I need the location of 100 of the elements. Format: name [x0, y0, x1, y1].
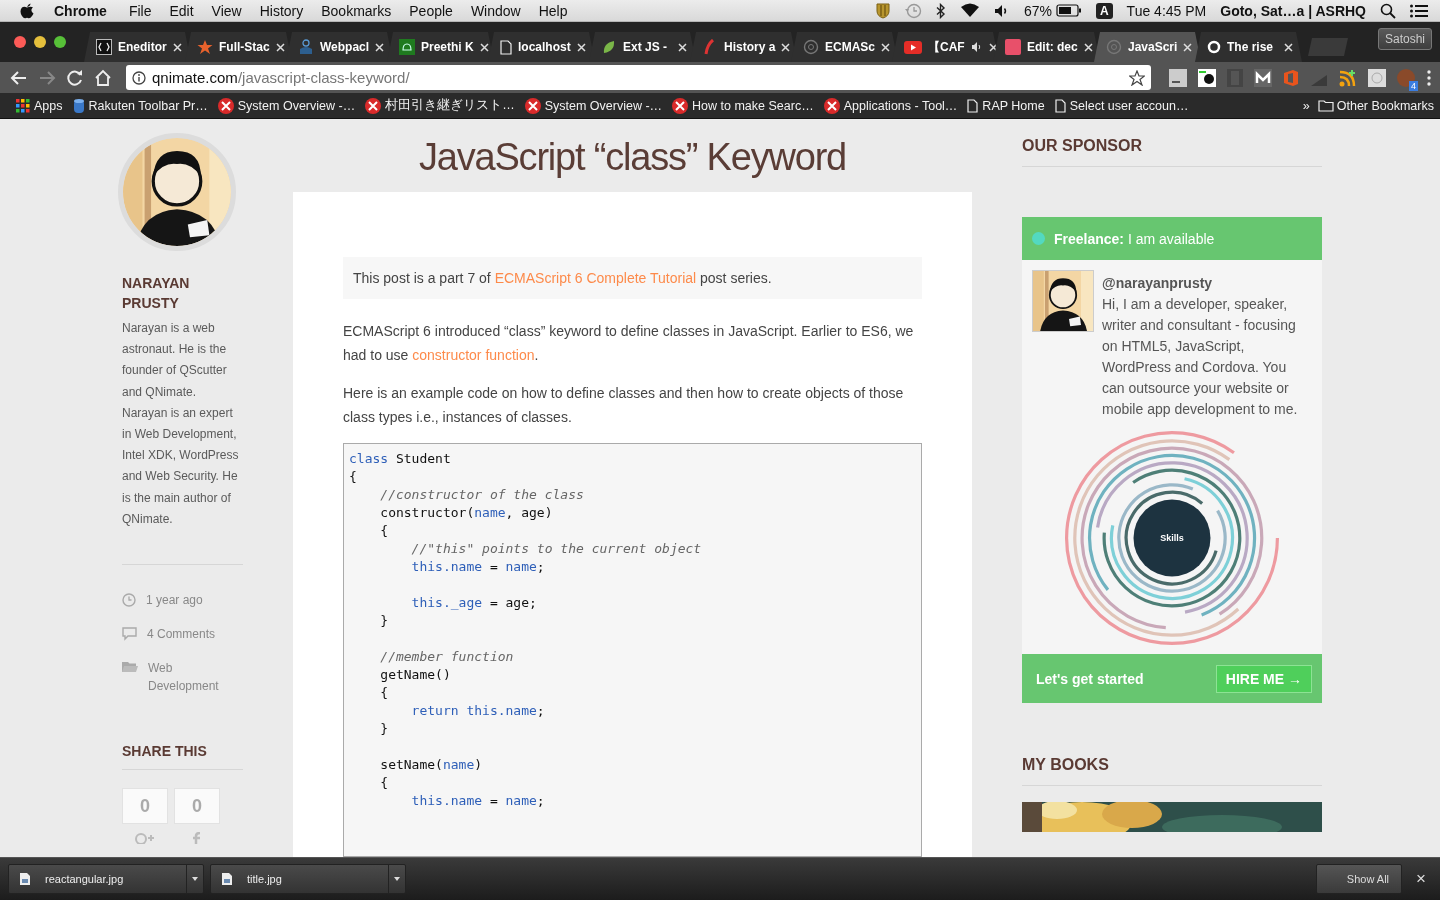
bookmark-link[interactable]: How to make Searc… — [692, 98, 814, 113]
bookmark-link[interactable]: Applications - Tool… — [843, 98, 958, 113]
close-icon[interactable] — [375, 42, 385, 52]
bookmark-link[interactable]: System Overview -… — [237, 98, 356, 113]
menu-item[interactable]: History — [259, 2, 304, 19]
user-name[interactable]: Goto, Sat…a | ASRHQ — [1220, 2, 1366, 19]
close-icon[interactable] — [1284, 42, 1293, 52]
section-heading: SHARE THIS — [122, 742, 208, 762]
extension-icon[interactable] — [1198, 68, 1216, 87]
info-icon[interactable] — [132, 70, 146, 85]
post-title: JavaScript “class” Keyword — [417, 136, 847, 180]
close-window-button[interactable] — [14, 36, 26, 48]
code-line: { — [379, 774, 390, 792]
bookmarks-overflow-button[interactable]: » — [1302, 98, 1310, 113]
url-path: /javascript-class-keyword/ — [237, 69, 410, 86]
square-icon — [1005, 39, 1021, 55]
extension-icon[interactable] — [1254, 68, 1272, 87]
code-line: setName(name) — [379, 756, 484, 774]
post-meta: 1 year ago — [146, 592, 204, 610]
file-icon[interactable] — [221, 872, 233, 886]
paragraph: Here is an example code on how to define classes and then how to create objects of those class types i.e., instances of classes. — [343, 384, 905, 427]
bookmark-star-icon[interactable] — [1129, 69, 1145, 86]
status-dot — [1032, 232, 1045, 245]
app-menu[interactable]: Chrome — [54, 2, 107, 19]
close-icon[interactable] — [479, 42, 489, 52]
close-icon[interactable] — [577, 42, 586, 52]
bookmark-link[interactable]: 村田引き継ぎリスト… — [385, 97, 515, 114]
section-heading: MY BOOKS — [1022, 755, 1110, 775]
home-button[interactable] — [94, 68, 112, 87]
close-icon[interactable] — [881, 42, 890, 52]
menu-item[interactable]: Window — [470, 2, 521, 19]
bookmark-link[interactable]: Apps — [34, 98, 63, 113]
bookmark-link[interactable]: Rakuten Toolbar Pr… — [88, 98, 208, 113]
menu-item[interactable]: File — [128, 2, 152, 19]
url-host: qnimate.com — [152, 69, 238, 86]
page-icon — [500, 39, 512, 55]
android-icon — [399, 39, 415, 55]
close-icon[interactable] — [781, 42, 791, 52]
star-icon — [197, 39, 213, 55]
search-icon[interactable] — [1380, 2, 1396, 19]
speaker-icon[interactable] — [970, 41, 983, 53]
person-icon — [298, 39, 314, 55]
database-icon[interactable] — [72, 97, 85, 114]
code-line: this._age = age; — [410, 594, 538, 612]
folder-icon[interactable] — [1317, 99, 1334, 112]
code-line: this.name = name; — [410, 558, 546, 576]
code-icon — [96, 39, 112, 55]
file-icon[interactable] — [19, 872, 31, 886]
paragraph: ECMAScript 6 introduced “class” keyword to define classes in JavaScript. Earlier to ES6, we had to use constructor function. — [343, 322, 915, 365]
other-bookmarks[interactable]: Other Bookmarks — [1336, 98, 1434, 113]
browser-tab[interactable]: The rise — [1195, 32, 1302, 62]
cta-text: Let's get started — [1036, 670, 1144, 687]
code-line: //constructor of the class — [379, 486, 585, 504]
wifi-icon[interactable] — [959, 3, 980, 18]
bookmark-link[interactable]: RAP Home — [982, 98, 1045, 113]
profile-button[interactable]: Satoshi — [1377, 28, 1432, 50]
close-icon[interactable] — [1183, 42, 1193, 52]
input-source[interactable]: A — [1095, 2, 1113, 19]
reload-button[interactable] — [66, 68, 84, 87]
download-item[interactable]: reactangular.jpg — [45, 873, 124, 885]
menu-item[interactable]: Help — [538, 2, 568, 19]
close-icon[interactable] — [678, 42, 687, 52]
close-icon[interactable] — [1083, 42, 1093, 52]
close-icon[interactable] — [275, 42, 285, 52]
apple-icon[interactable] — [20, 2, 34, 19]
menu-item[interactable]: View — [211, 2, 242, 19]
download-item[interactable]: title.jpg — [247, 873, 282, 885]
minimize-window-button[interactable] — [34, 36, 46, 48]
close-icon[interactable] — [988, 42, 998, 52]
battery-icon[interactable] — [1055, 4, 1082, 17]
shield-icon[interactable] — [875, 2, 890, 19]
address-bar[interactable]: qnimate.com/javascript-class-keyword/ — [126, 65, 1151, 90]
apps-icon[interactable] — [16, 98, 30, 113]
bluetooth-icon[interactable] — [935, 2, 946, 19]
ring-icon — [1207, 40, 1221, 54]
code-line: class Student — [349, 450, 452, 468]
bookmark-link[interactable]: System Overview -… — [544, 98, 663, 113]
bookmark-link[interactable]: Select user accoun… — [1069, 98, 1189, 113]
code-line: //member function — [379, 648, 515, 666]
rss-icon[interactable] — [1339, 68, 1357, 87]
code-line: this.name = name; — [410, 792, 546, 810]
show-all-button[interactable]: Show All — [1315, 864, 1403, 894]
caret-icon[interactable] — [394, 877, 400, 881]
menu-clock[interactable]: Tue 4:45 PM — [1126, 2, 1207, 19]
back-button[interactable] — [10, 69, 28, 86]
menu-item[interactable]: Edit — [169, 2, 194, 19]
page-icon[interactable] — [1054, 98, 1066, 113]
close-icon[interactable] — [173, 42, 182, 52]
zoom-window-button[interactable] — [54, 36, 66, 48]
sponsor-handle[interactable]: @narayanprusty — [1102, 272, 1312, 294]
menu-item[interactable]: People — [409, 2, 453, 19]
menu-icon[interactable] — [1426, 69, 1432, 86]
caret-icon[interactable] — [192, 877, 198, 881]
menu-item[interactable]: Bookmarks — [321, 2, 392, 19]
sponsor-bio: Hi, I am a developer, speaker, writer and consultant - focusing on HTML5, JavaScript, WordPress and Cordova. You can outsource your website or mobile app development to me. — [1102, 295, 1299, 419]
menu-icon[interactable] — [1410, 3, 1428, 18]
close-button[interactable]: × — [1416, 869, 1426, 889]
page-icon[interactable] — [967, 98, 979, 113]
code-line: } — [379, 612, 390, 630]
series-notice: This post is a part 7 of ECMAScript 6 Complete Tutorial post series. — [343, 257, 922, 299]
